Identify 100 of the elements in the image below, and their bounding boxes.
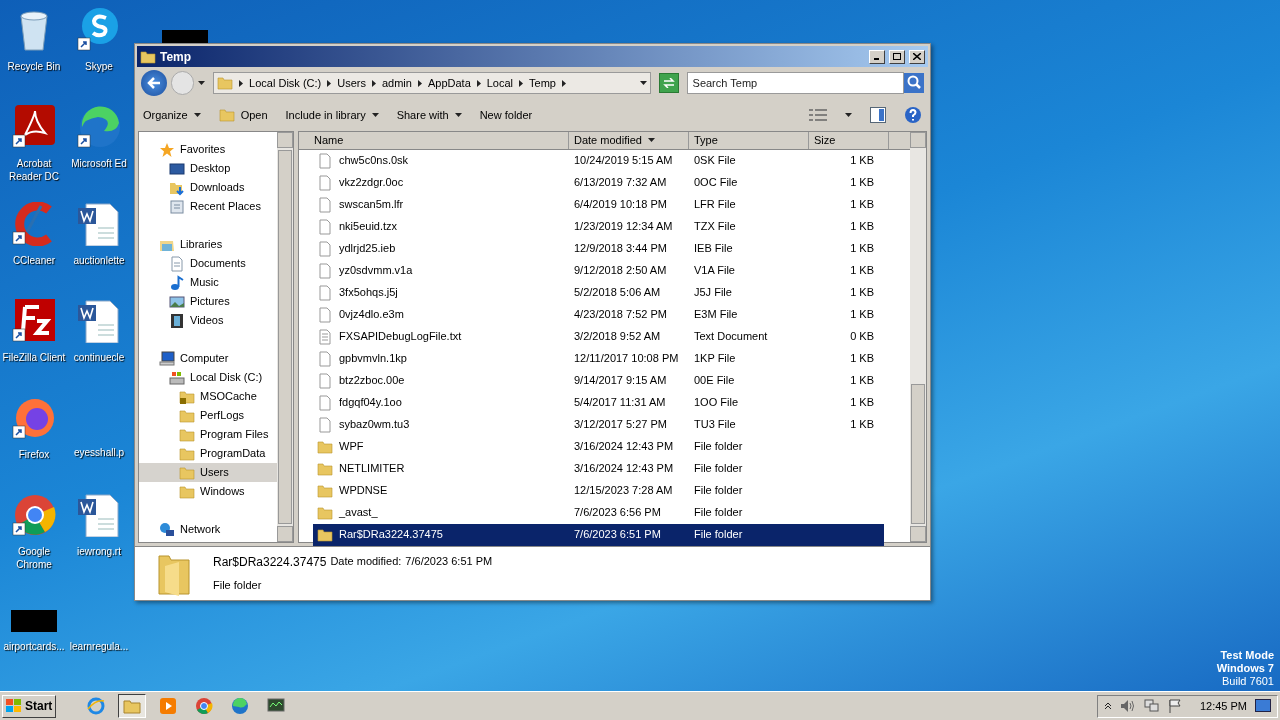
breadcrumb-item[interactable]: Users	[337, 74, 366, 92]
desktop-icon-label[interactable]: auctionlette	[73, 254, 125, 267]
nav-item[interactable]: ProgramData	[139, 444, 277, 463]
nav-item[interactable]: Libraries	[139, 235, 277, 254]
desktop-icon-label[interactable]: Microsoft Ed	[71, 157, 127, 170]
desktop-icon-label[interactable]: Firefox	[18, 448, 50, 461]
details-date: 7/6/2023 6:51 PM	[405, 554, 493, 570]
view-list-icon[interactable]	[809, 108, 827, 122]
file-row[interactable]: 0vjz4dlo.e3m 4/23/2018 7:52 PM E3M File 1 KB	[313, 303, 884, 326]
breadcrumb-arrow-icon[interactable]	[476, 79, 481, 87]
column-header[interactable]: Name	[309, 132, 569, 149]
show-desktop-icon[interactable]	[1255, 699, 1271, 713]
nav-item[interactable]: Pictures	[139, 292, 277, 311]
toolbar-button[interactable]: Organize	[143, 106, 201, 124]
chevron-up-icon[interactable]	[1103, 702, 1112, 710]
network-icon[interactable]	[1143, 699, 1160, 713]
file-row[interactable]: nki5euid.tzx 1/23/2019 12:34 AM TZX File 1 KB	[313, 215, 884, 238]
close-button[interactable]	[909, 49, 925, 64]
file-row[interactable]: 3fx5ohqs.j5j 5/2/2018 5:06 AM J5J File 1 KB	[313, 281, 884, 304]
minimize-button[interactable]	[869, 49, 885, 64]
date-cell-text: 9/12/2018 2:50 AM	[573, 263, 668, 279]
desktop-icon-label[interactable]: continuecle	[73, 351, 125, 364]
desktop-icon-label[interactable]: Acrobat Reader DC	[1, 157, 67, 183]
breadcrumb-arrow-icon[interactable]	[417, 79, 422, 87]
nav-item[interactable]: Downloads	[139, 178, 277, 197]
nav-item[interactable]: Desktop	[139, 159, 277, 178]
desktop-icon-label[interactable]: CCleaner	[12, 254, 56, 267]
file-row[interactable]: yz0sdvmm.v1a 9/12/2018 2:50 AM V1A File 1 KB	[313, 259, 884, 282]
desktop-icon-label[interactable]: Google Chrome	[1, 545, 67, 571]
nav-item[interactable]: Program Files	[139, 425, 277, 444]
nav-item[interactable]: Windows	[139, 482, 277, 501]
breadcrumb-item[interactable]: Local	[486, 74, 514, 92]
scrollbar[interactable]	[910, 132, 926, 542]
desktop-icon-label[interactable]: eyesshall.p	[74, 446, 124, 459]
nav-item[interactable]: Favorites	[139, 140, 277, 159]
desktop-icon-label[interactable]: iewrong.rt	[77, 545, 121, 558]
maximize-button[interactable]	[889, 49, 905, 64]
breadcrumb-arrow-icon[interactable]	[519, 79, 524, 87]
desktop-icon-label[interactable]: FileZilla Client	[2, 351, 66, 364]
file-row[interactable]: gpbvmvln.1kp 12/11/2017 10:08 PM 1KP File 1 KB	[313, 347, 884, 370]
address-bar[interactable]: Local Disk (C:) Users admin AppData Local Temp	[213, 72, 651, 94]
window-title: Temp	[160, 48, 193, 66]
speaker-icon[interactable]	[1119, 699, 1136, 713]
toolbar-button[interactable]: Include in library	[285, 106, 379, 124]
file-row[interactable]: WPDNSE 12/15/2023 7:28 AM File folder	[313, 479, 884, 502]
nav-item[interactable]: Users	[139, 463, 277, 482]
toolbar-button[interactable]: Share with	[396, 106, 462, 124]
file-row[interactable]: FXSAPIDebugLogFile.txt 3/2/2018 9:52 AM Text Document 0 KB	[313, 325, 884, 348]
nav-item[interactable]: Recent Places	[139, 197, 277, 216]
flag-icon[interactable]	[1167, 699, 1182, 713]
back-button[interactable]	[141, 70, 167, 96]
folder-icon	[179, 483, 195, 500]
desktop-icon-label[interactable]: Skype	[85, 60, 113, 73]
column-header[interactable]: Size	[809, 132, 889, 149]
file-row[interactable]: swscan5m.lfr 6/4/2019 10:18 PM LFR File 1 KB	[313, 193, 884, 216]
help-icon[interactable]	[904, 106, 922, 124]
file-row[interactable]: ydlrjd25.ieb 12/9/2018 3:44 PM IEB File 1 KB	[313, 237, 884, 260]
type-cell-text: E3M File	[693, 307, 739, 323]
file-row[interactable]: fdgqf04y.1oo 5/4/2017 11:31 AM 1OO File 1 KB	[313, 391, 884, 414]
date-cell-text: 7/6/2023 6:56 PM	[573, 505, 662, 521]
breadcrumb-arrow-icon[interactable]	[239, 79, 244, 87]
nav-item[interactable]: PerfLogs	[139, 406, 277, 425]
file-row[interactable]: sybaz0wm.tu3 3/12/2017 5:27 PM TU3 File 1 KB	[313, 413, 884, 436]
start-button[interactable]: Start	[2, 694, 57, 718]
breadcrumb-item[interactable]: Local Disk (C:)	[249, 74, 322, 92]
breadcrumb-item[interactable]: admin	[381, 74, 412, 92]
breadcrumb-item[interactable]: Temp	[529, 74, 556, 92]
file-row[interactable]: WPF 3/16/2024 12:43 PM File folder	[313, 435, 884, 458]
nav-item[interactable]: MSOCache	[139, 387, 277, 406]
nav-item[interactable]: Documents	[139, 254, 277, 273]
file-row[interactable]: _avast_ 7/6/2023 6:56 PM File folder	[313, 501, 884, 524]
date-cell-text: 9/14/2017 9:15 AM	[573, 373, 668, 389]
nav-item[interactable]: Local Disk (C:)	[139, 368, 277, 387]
nav-item[interactable]: Computer	[139, 349, 277, 368]
file-row[interactable]: chw5c0ns.0sk 10/24/2019 5:15 AM 0SK File 1 KB	[313, 149, 884, 172]
toolbar-button[interactable]: New folder	[479, 106, 533, 124]
breadcrumb-arrow-icon[interactable]	[371, 79, 376, 87]
date-cell-text: 5/2/2018 5:06 AM	[573, 285, 662, 301]
file-row[interactable]: NETLIMITER 3/16/2024 12:43 PM File folder	[313, 457, 884, 480]
search-icon[interactable]	[904, 73, 924, 93]
preview-pane-icon[interactable]	[870, 107, 886, 123]
refresh-button[interactable]	[658, 73, 679, 93]
sort-caret-icon	[647, 138, 655, 143]
nav-item[interactable]: Network	[139, 520, 277, 539]
toolbar-button[interactable]: Open	[218, 106, 268, 124]
file-row[interactable]: btz2zboc.00e 9/14/2017 9:15 AM 00E File 1 KB	[313, 369, 884, 392]
column-header[interactable]: Type	[689, 132, 809, 149]
breadcrumb-arrow-icon[interactable]	[561, 79, 566, 87]
nav-item[interactable]: Videos	[139, 311, 277, 330]
nav-item[interactable]: Music	[139, 273, 277, 292]
taskbar-button[interactable]	[118, 694, 147, 718]
file-row[interactable]: vkz2zdgr.0oc 6/13/2019 7:32 AM 0OC File 1 KB	[313, 171, 884, 194]
breadcrumb-arrow-icon[interactable]	[327, 79, 332, 87]
file-row[interactable]: Rar$DRa3224.37475 7/6/2023 6:51 PM File folder	[313, 523, 884, 546]
clock[interactable]: 12:45 PM	[1199, 697, 1247, 715]
search-field[interactable]: Search Temp	[686, 72, 904, 94]
column-header[interactable]: Date modified	[569, 132, 689, 149]
desktop-icon-label[interactable]: Recycle Bin	[7, 60, 61, 73]
scrollbar[interactable]	[277, 132, 293, 542]
breadcrumb-item[interactable]: AppData	[427, 74, 471, 92]
